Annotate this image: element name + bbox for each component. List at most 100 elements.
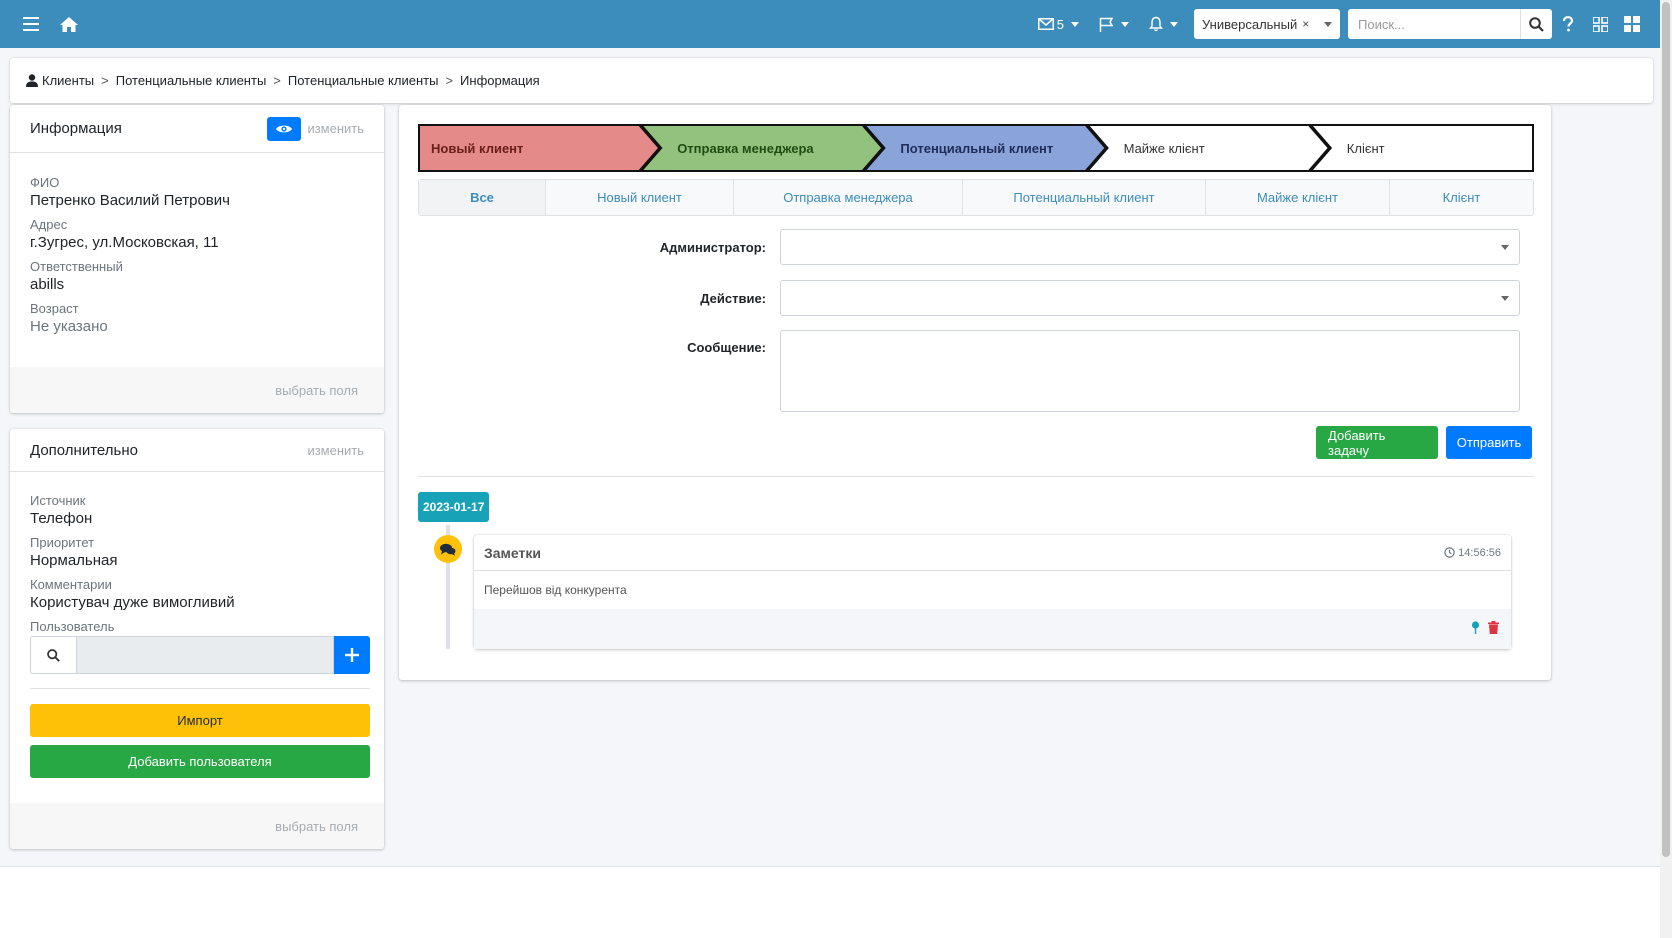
field-value-comments: Користувач дуже вимогливий	[30, 594, 235, 611]
breadcrumb-item-info: Информация	[460, 73, 540, 88]
trash-icon[interactable]	[1488, 621, 1499, 637]
field-value-priority: Нормальная	[30, 552, 118, 569]
divider	[30, 688, 370, 689]
breadcrumb-item-potential-sub[interactable]: Потенциальные клиенты	[288, 73, 439, 88]
pipeline-step-label: Клієнт	[1347, 141, 1385, 156]
home-icon[interactable]	[52, 0, 86, 48]
admin-label: Администратор:	[659, 239, 766, 255]
add-user-button[interactable]: Добавить пользователя	[30, 745, 370, 778]
tab-manager-sent[interactable]: Отправка менеджера	[734, 180, 963, 215]
pipeline-step[interactable]	[1308, 124, 1534, 172]
send-button[interactable]: Отправить	[1446, 426, 1532, 459]
user-search-addon	[30, 636, 76, 674]
divider	[418, 476, 1534, 477]
vertical-scrollbar[interactable]	[1660, 0, 1672, 938]
field-value-address: г.Зугрес, ул.Московская, 11	[30, 234, 219, 251]
field-label: Возраст	[30, 301, 79, 316]
messages-dropdown[interactable]: 5	[1028, 0, 1089, 48]
info-card-title: Информация	[30, 120, 122, 137]
field-value-age: Не указано	[30, 318, 108, 335]
breadcrumb-item-potential[interactable]: Потенциальные клиенты	[116, 73, 267, 88]
field-label: Комментарии	[30, 577, 112, 592]
breadcrumb-separator: >	[101, 73, 109, 88]
breadcrumb-item-clients[interactable]: Клиенты	[42, 73, 94, 88]
message-textarea[interactable]	[780, 330, 1520, 412]
field-label: ФИО	[30, 175, 60, 190]
user-search-group	[30, 636, 370, 674]
action-label: Действие:	[700, 290, 766, 306]
info-edit-link[interactable]: изменить	[307, 121, 364, 136]
user-input[interactable]	[76, 636, 334, 674]
extra-card: Дополнительно изменить Источник Телефон …	[10, 429, 384, 849]
chevron-down-icon	[1071, 21, 1079, 27]
search-group	[1348, 9, 1552, 39]
tab-almost-client[interactable]: Майже клієнт	[1206, 180, 1390, 215]
messages-count: 5	[1056, 16, 1064, 32]
pipeline-step-label: Потенциальный клиент	[900, 141, 1053, 156]
comments-icon	[434, 535, 462, 563]
field-label: Пользователь	[30, 619, 115, 634]
search-icon	[1529, 16, 1544, 32]
notifications-dropdown[interactable]	[1139, 0, 1188, 48]
add-user-plus-button[interactable]	[334, 636, 370, 674]
help-icon[interactable]	[1552, 0, 1584, 48]
chevron-down-icon	[1501, 245, 1509, 250]
admin-select[interactable]	[780, 229, 1520, 265]
bell-icon	[1149, 16, 1163, 32]
info-card: Информация изменить ФИО Петренко Василий…	[10, 105, 384, 413]
action-select[interactable]	[780, 280, 1520, 316]
scrollbar-thumb[interactable]	[1662, 2, 1670, 857]
main-card: Новый клиент Отправка менеджера Потенциаль…	[399, 105, 1551, 680]
message-label: Сообщение:	[687, 340, 766, 355]
select-fields-link[interactable]: выбрать поля	[275, 819, 358, 834]
timeline-item-title: Заметки	[484, 544, 541, 561]
mode-select[interactable]: Универсальный ×	[1194, 9, 1340, 39]
chevron-down-icon	[1501, 296, 1509, 301]
top-navbar: 5 Универсальный ×	[0, 0, 1660, 48]
clock-icon	[1444, 547, 1455, 558]
field-label: Адрес	[30, 217, 68, 232]
chevron-down-icon	[1170, 21, 1178, 27]
import-button[interactable]: Импорт	[30, 704, 370, 737]
mode-select-value: Универсальный	[1202, 16, 1298, 32]
timeline-date-badge: 2023-01-17	[418, 492, 490, 522]
flags-dropdown[interactable]	[1089, 0, 1139, 48]
timeline-item-body: Перейшов від конкурента	[484, 583, 627, 597]
timeline-item-time: 14:56:56	[1444, 547, 1501, 559]
field-value-responsible: abills	[30, 276, 65, 293]
pipeline-step-label: Майже клієнт	[1124, 141, 1205, 156]
dashboard-layout-icon[interactable]	[1616, 0, 1648, 48]
chevron-down-icon	[1324, 21, 1332, 27]
flag-icon	[1099, 17, 1114, 32]
field-label: Ответственный	[30, 259, 123, 274]
add-task-button[interactable]: Добавить задачу	[1316, 426, 1438, 459]
breadcrumb-separator: >	[445, 73, 454, 88]
user-icon	[26, 74, 38, 87]
tab-new-client[interactable]: Новый клиент	[546, 180, 734, 215]
pipeline-step-label: Отправка менеджера	[677, 141, 814, 156]
menu-toggle-icon[interactable]	[14, 0, 48, 48]
view-button[interactable]	[267, 116, 302, 141]
extra-edit-link[interactable]: изменить	[307, 443, 364, 458]
form-actions: Добавить задачу Отправить	[1316, 426, 1532, 459]
clear-select-icon[interactable]: ×	[1302, 17, 1309, 31]
apps-grid-icon[interactable]	[1584, 0, 1616, 48]
admin-row: Администратор:	[418, 229, 1534, 265]
pipeline-steps: Новый клиент Отправка менеджера Потенциаль…	[418, 124, 1534, 172]
tab-client[interactable]: Клієнт	[1390, 180, 1533, 215]
timeline-item: Заметки 14:56:56 Перейшов від конкурента	[474, 535, 1511, 649]
field-value-fio: Петренко Василий Петрович	[30, 192, 230, 209]
select-fields-link[interactable]: выбрать поля	[275, 383, 358, 398]
search-input[interactable]	[1348, 9, 1520, 39]
plus-icon	[345, 648, 359, 662]
tab-all[interactable]: Все	[419, 180, 546, 215]
message-row: Сообщение:	[418, 330, 1534, 412]
tab-potential-client[interactable]: Потенциальный клиент	[963, 180, 1206, 215]
field-label: Источник	[30, 493, 86, 508]
breadcrumb: Клиенты > Потенциальные клиенты > Потенц…	[10, 58, 1653, 103]
timeline-time-text: 14:56:56	[1458, 546, 1501, 559]
eye-icon	[276, 125, 293, 132]
field-value-source: Телефон	[30, 510, 93, 527]
search-button[interactable]	[1520, 9, 1552, 39]
pin-icon[interactable]	[1471, 621, 1480, 637]
